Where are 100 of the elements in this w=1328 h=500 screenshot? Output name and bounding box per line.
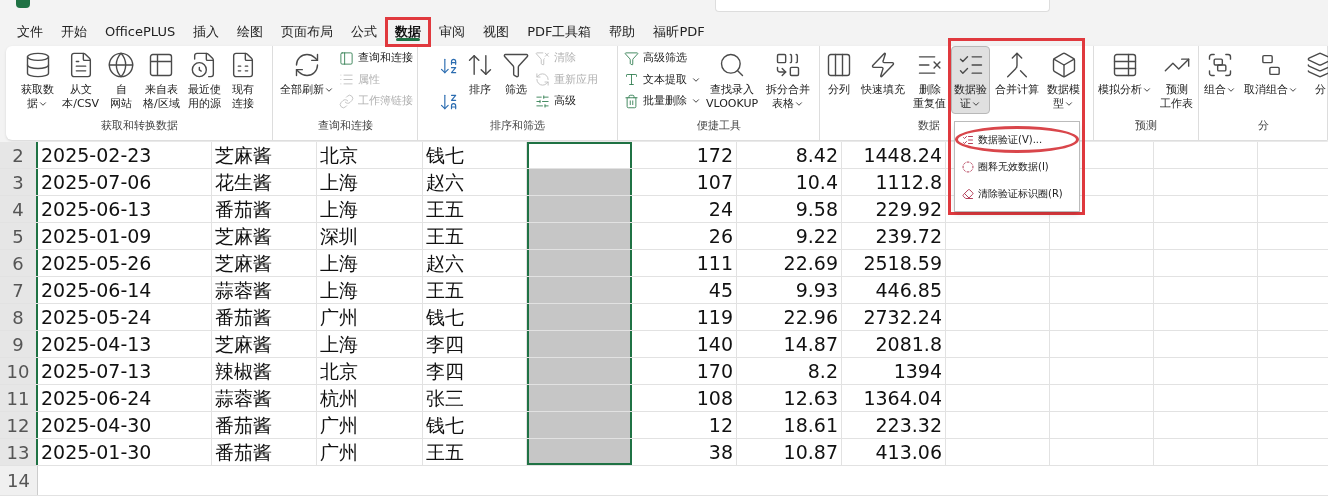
menu-tab[interactable]: PDF工具箱	[518, 18, 601, 46]
table-cell: 446.85	[842, 277, 946, 303]
ribbon-small-button[interactable]: 高级筛选	[623, 50, 701, 67]
ribbon-button[interactable]: 快速填充	[858, 46, 908, 100]
group-label: 查询和连接	[316, 118, 374, 134]
table-cell: 芝麻酱	[212, 250, 317, 276]
ribbon-button[interactable]: 来自表 格/区域	[140, 46, 183, 114]
ribbon-button[interactable]: 最近使 用的源	[184, 46, 224, 114]
ribbon-button[interactable]: 拆分合并 表格	[763, 46, 814, 114]
ribbon-button[interactable]: 现有 连接	[225, 46, 260, 114]
group-label: 便捷工具	[695, 118, 742, 134]
caret-icon	[1142, 85, 1152, 95]
table-cell: 芝麻酱	[212, 223, 317, 249]
list-icon	[339, 72, 354, 88]
table-cell: 2025-04-30	[38, 412, 212, 438]
ribbon-small-button[interactable]: 高级	[535, 93, 598, 110]
menu-tab[interactable]: 插入	[184, 18, 229, 46]
table-cell: 2025-07-06	[38, 169, 212, 195]
menu-tab[interactable]: 福昕PDF	[644, 18, 714, 46]
table-cell: 38	[632, 439, 737, 465]
table-cell: 芝麻酱	[212, 331, 317, 357]
menu-tab[interactable]: 文件	[8, 18, 52, 46]
table-cell: 2025-07-13	[38, 358, 212, 384]
circle-icon	[962, 160, 974, 173]
menu-tab[interactable]: 视图	[474, 18, 519, 46]
ribbon-button[interactable]: 模拟分析	[1095, 46, 1155, 100]
table-cell: 深圳	[317, 223, 423, 249]
caret-icon	[971, 99, 981, 109]
group-icon	[1206, 51, 1234, 79]
table-cell: 229.92	[842, 196, 946, 222]
ribbon-button[interactable]: 删除 重复值	[910, 46, 949, 114]
table-cell: 北京	[317, 358, 423, 384]
table-cell: 10.87	[737, 439, 842, 465]
tab-underline	[396, 38, 421, 41]
row-number: 12	[0, 412, 38, 438]
table-cell: 1112.8	[842, 169, 946, 195]
menu-tab[interactable]: 数据	[386, 18, 431, 46]
table-cell: 12.63	[737, 385, 842, 411]
group-label: 预测	[1134, 118, 1158, 134]
menu-tab[interactable]: OfficePLUS	[96, 18, 185, 46]
lightning-icon	[869, 51, 897, 79]
table-cell: 413.06	[842, 439, 946, 465]
menu-tab[interactable]: 审阅	[430, 18, 475, 46]
ribbon-button[interactable]: 筛选	[499, 46, 533, 100]
table-cell: 1364.04	[842, 385, 946, 411]
menu-tab[interactable]: 页面布局	[272, 18, 343, 46]
table-cell: 番茄酱	[212, 304, 317, 330]
menu-tab[interactable]: 绘图	[228, 18, 273, 46]
menu-item[interactable]: 清除验证标识圈(R)	[955, 180, 1079, 207]
table-cell: 广州	[317, 304, 423, 330]
table-cell: 2081.8	[842, 331, 946, 357]
table-cell: 24	[632, 196, 737, 222]
ribbon-button[interactable]: 分	[1303, 46, 1328, 100]
search-field[interactable]	[715, 0, 1050, 12]
table-cell: 上海	[317, 277, 423, 303]
table-cell: 18.61	[737, 412, 842, 438]
table-cell: 2025-05-24	[38, 304, 212, 330]
text-icon	[623, 72, 639, 88]
table-cell: 239.72	[842, 223, 946, 249]
table-cell: 广州	[317, 439, 423, 465]
ribbon-button[interactable]: 从文 本/CSV	[59, 46, 103, 114]
table-cell: 番茄酱	[212, 439, 317, 465]
ribbon-small-button[interactable]: 批量删除	[623, 93, 701, 110]
ribbon-button[interactable]: 自 网站	[104, 46, 139, 114]
ribbon-button[interactable]: 预测 工作表	[1157, 46, 1196, 114]
menu-tab[interactable]: 开始	[52, 18, 96, 46]
ribbon-button[interactable]: 排序	[463, 46, 497, 100]
ribbon-button[interactable]: 数据验 证	[951, 46, 990, 114]
menu-item[interactable]: 圈释无效数据(I)	[955, 153, 1079, 180]
ribbon-button[interactable]: 合并计算	[992, 46, 1042, 100]
table-cell: 140	[632, 331, 737, 357]
ribbon-small-button[interactable]: 查询和连接	[339, 50, 413, 67]
ribbon-button[interactable]: 取消组合	[1241, 46, 1301, 100]
table-cell: 9.93	[737, 277, 842, 303]
ribbon-button[interactable]: 获取数 据	[18, 46, 58, 114]
sliders-icon	[535, 93, 550, 109]
table-cell: 10.4	[737, 169, 842, 195]
table-cell: 花生酱	[212, 169, 317, 195]
menu-tab[interactable]: 公式	[342, 18, 387, 46]
table-cell: 2025-04-13	[38, 331, 212, 357]
refresh-icon	[293, 51, 321, 79]
ribbon-button[interactable]: 查找录入 VLOOKUP	[702, 46, 762, 114]
ribbon-button[interactable]: 全部刷新	[277, 46, 337, 100]
table-cell: 45	[632, 277, 737, 303]
menu-tab[interactable]: 帮助	[600, 18, 645, 46]
group-label: 分	[1256, 118, 1270, 134]
search-icon	[718, 51, 746, 79]
ribbon-button[interactable]: 数据模 型	[1044, 46, 1083, 114]
ribbon-button[interactable]: 组合	[1201, 46, 1239, 100]
row-number: 3	[0, 169, 38, 195]
table-cell: 上海	[317, 250, 423, 276]
ribbon-small-button[interactable]: 文本提取	[623, 71, 701, 88]
menu-item[interactable]: 数据验证(V)...	[955, 126, 1079, 153]
table-cell: 8.42	[737, 142, 842, 168]
table-cell: 2518.59	[842, 250, 946, 276]
ribbon-button[interactable]: 分列	[822, 46, 856, 100]
row-number: 13	[0, 439, 38, 465]
row-number: 2	[0, 142, 38, 168]
table-cell: 2025-01-09	[38, 223, 212, 249]
table-cell: 2025-06-24	[38, 385, 212, 411]
